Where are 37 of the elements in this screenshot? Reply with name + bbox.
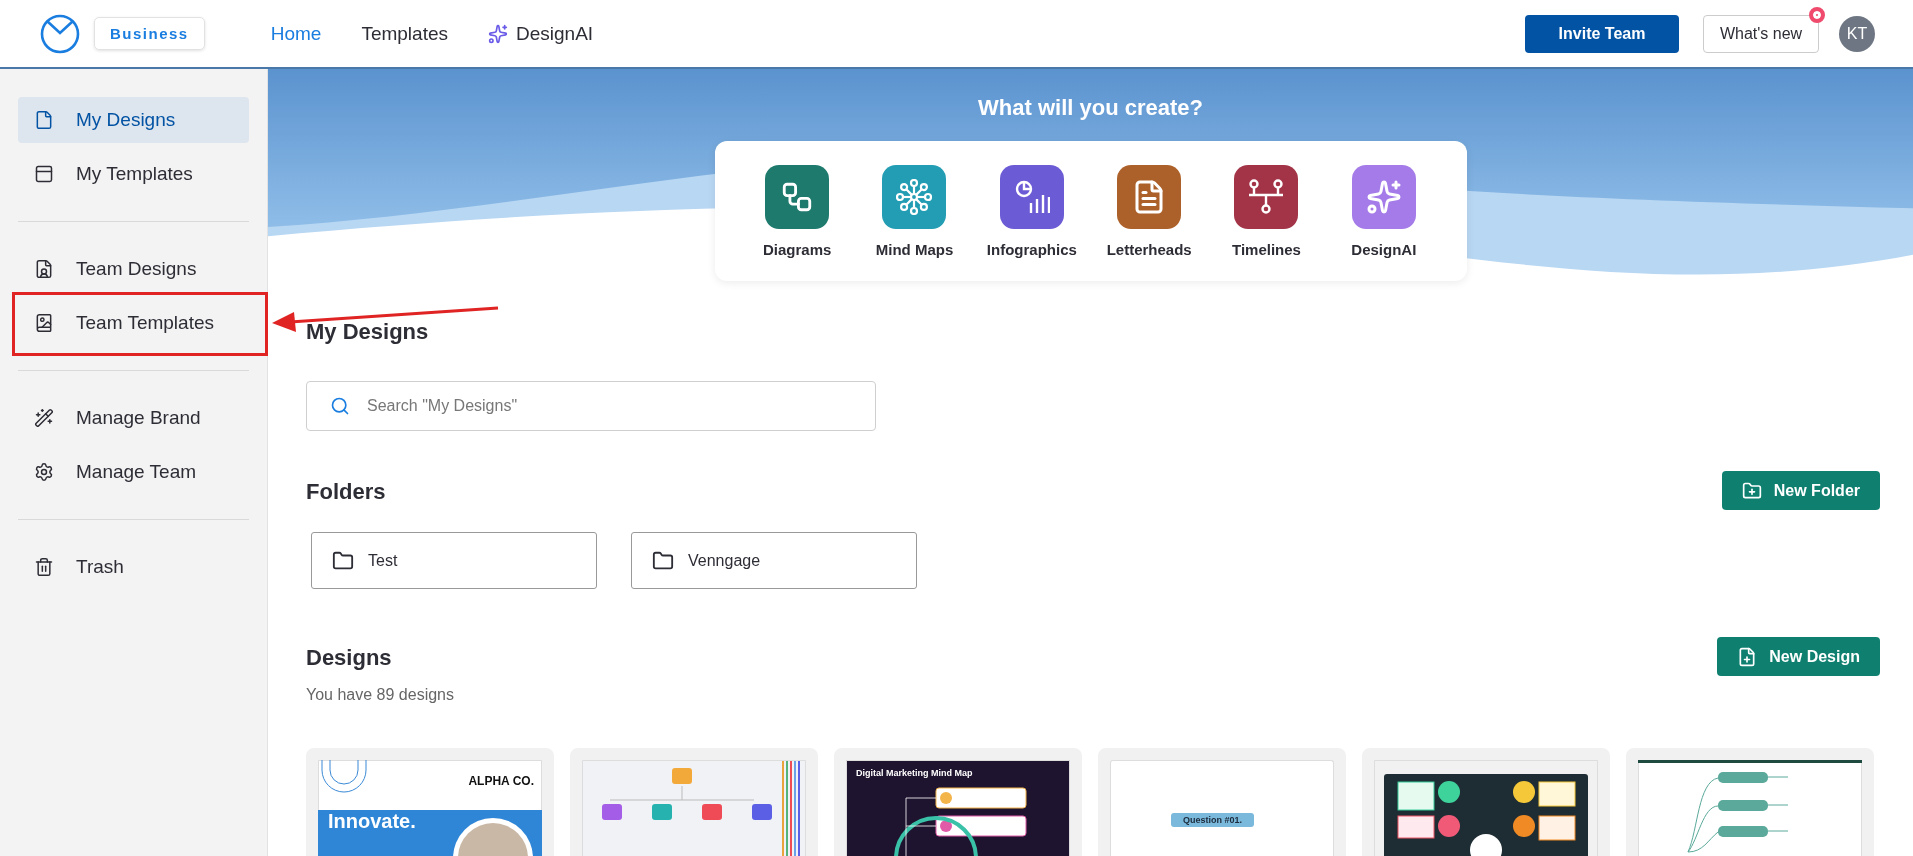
new-folder-button[interactable]: New Folder (1721, 471, 1880, 510)
create-option[interactable]: DesignAI (1338, 164, 1429, 258)
design-card[interactable]: ALPHA CO. Innovate. (306, 748, 554, 856)
section-heading: Designs (306, 644, 392, 671)
question-label: Question #01. (1171, 813, 1255, 827)
folder-item[interactable]: Venngage (631, 532, 917, 589)
create-option[interactable]: Diagrams (752, 164, 843, 258)
user-avatar[interactable]: KT (1839, 15, 1875, 52)
sidebar-item[interactable]: Team Templates (18, 300, 249, 346)
nav-link[interactable]: Templates (361, 22, 448, 45)
folder-item[interactable]: Test (311, 532, 597, 589)
headline-text: Innovate. (328, 810, 416, 833)
nav-link[interactable]: DesignAI (488, 22, 594, 45)
design-card[interactable]: Question #01. (1098, 748, 1346, 856)
sidebar-item[interactable]: Trash (18, 544, 249, 590)
create-option[interactable]: Letterheads (1104, 164, 1195, 258)
sidebar-item[interactable]: My Designs (18, 97, 249, 143)
search-field[interactable]: Search "My Designs" (306, 381, 876, 431)
sidebar-item[interactable]: Manage Team (18, 449, 249, 495)
design-count: You have 89 designs (306, 686, 455, 704)
invite-team-button[interactable]: Invite Team (1525, 14, 1679, 53)
create-option[interactable]: Mind Maps (869, 164, 960, 258)
whats-new-button[interactable]: What's new (1703, 14, 1819, 53)
create-option[interactable]: Timelines (1221, 164, 1312, 258)
sidebar-item[interactable]: Team Designs (18, 246, 249, 292)
create-option[interactable]: Infographics (986, 164, 1077, 258)
new-design-button[interactable]: New Design (1717, 637, 1880, 676)
banner-title: What will you create? (978, 95, 1203, 121)
sidebar-item[interactable]: Manage Brand (18, 395, 249, 441)
design-card[interactable]: Digital Marketing Mind Map (834, 748, 1082, 856)
sidebar-item[interactable]: My Templates (18, 151, 249, 197)
brand-text: ALPHA CO. (468, 774, 534, 788)
plan-badge: Business (94, 17, 205, 50)
design-title: Digital Marketing Mind Map (856, 768, 973, 778)
section-heading: My Designs (306, 319, 430, 345)
section-heading: Folders (306, 478, 386, 505)
nav-link[interactable]: Home (270, 22, 322, 45)
